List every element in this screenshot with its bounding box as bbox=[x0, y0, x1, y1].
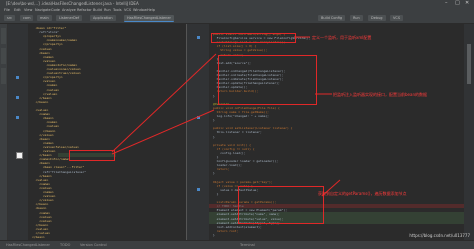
annotation-text-top: 定义一个监听，用于监听xml配置 bbox=[312, 35, 372, 40]
annotation-text-middle: 把监听注入监听器实现的接口，配置当前bean的数据 bbox=[333, 92, 427, 97]
blog-watermark: https://blog.csdn.net/u013777 bbox=[409, 233, 470, 238]
annotation-text-bottom: 获取到自定义的getParams()，遍历数据添加节点 bbox=[318, 191, 407, 196]
annotation-arrows bbox=[111, 36, 341, 197]
